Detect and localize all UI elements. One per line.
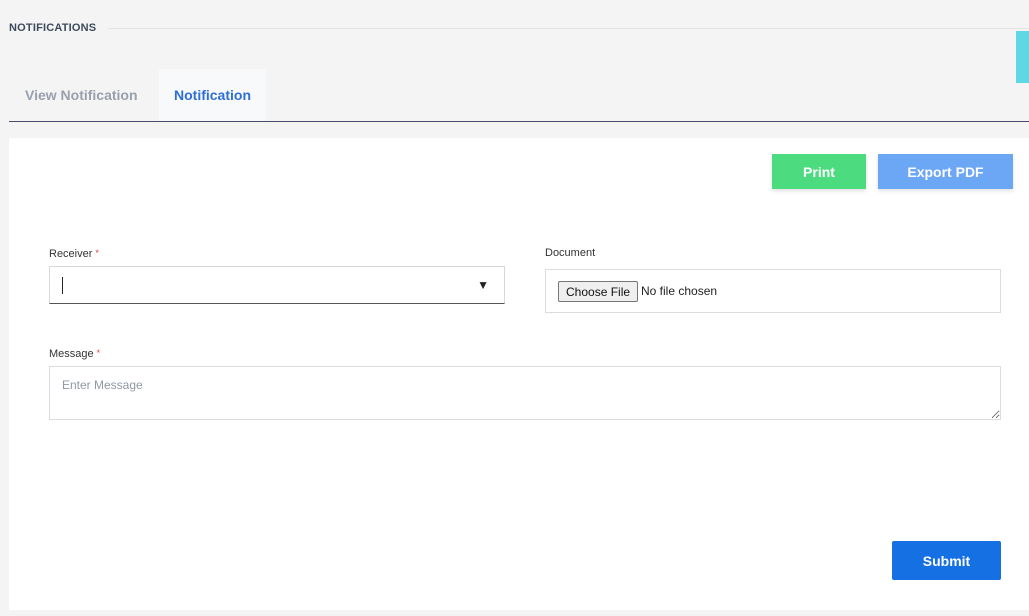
receiver-label: Receiver * (49, 248, 99, 260)
print-button[interactable]: Print (772, 154, 866, 189)
file-status-text: No file chosen (641, 284, 718, 298)
header-divider (108, 27, 1029, 29)
message-label: Message * (49, 348, 100, 360)
document-file-input: Choose File No file chosen (545, 269, 1001, 313)
tab-bar: View Notification Notification (9, 69, 1029, 122)
section-header: NOTIFICATIONS (9, 22, 1029, 34)
notification-form-card: Print Export PDF Receiver * ▼ Document Ch… (9, 138, 1029, 610)
receiver-label-text: Receiver (49, 248, 93, 260)
tab-notification[interactable]: Notification (159, 69, 266, 121)
submit-button[interactable]: Submit (892, 541, 1001, 580)
export-pdf-button[interactable]: Export PDF (878, 154, 1013, 189)
choose-file-button[interactable]: Choose File (558, 281, 639, 302)
tab-view-notification[interactable]: View Notification (9, 69, 159, 121)
message-label-text: Message (49, 348, 94, 360)
required-asterisk: * (95, 248, 99, 258)
receiver-select[interactable]: ▼ (49, 266, 505, 304)
page-title: NOTIFICATIONS (9, 22, 97, 34)
text-cursor (62, 277, 63, 294)
required-asterisk: * (96, 348, 101, 358)
document-label: Document (545, 247, 596, 259)
message-textarea[interactable] (49, 366, 1001, 420)
dropdown-arrow-icon[interactable]: ▼ (477, 278, 489, 292)
